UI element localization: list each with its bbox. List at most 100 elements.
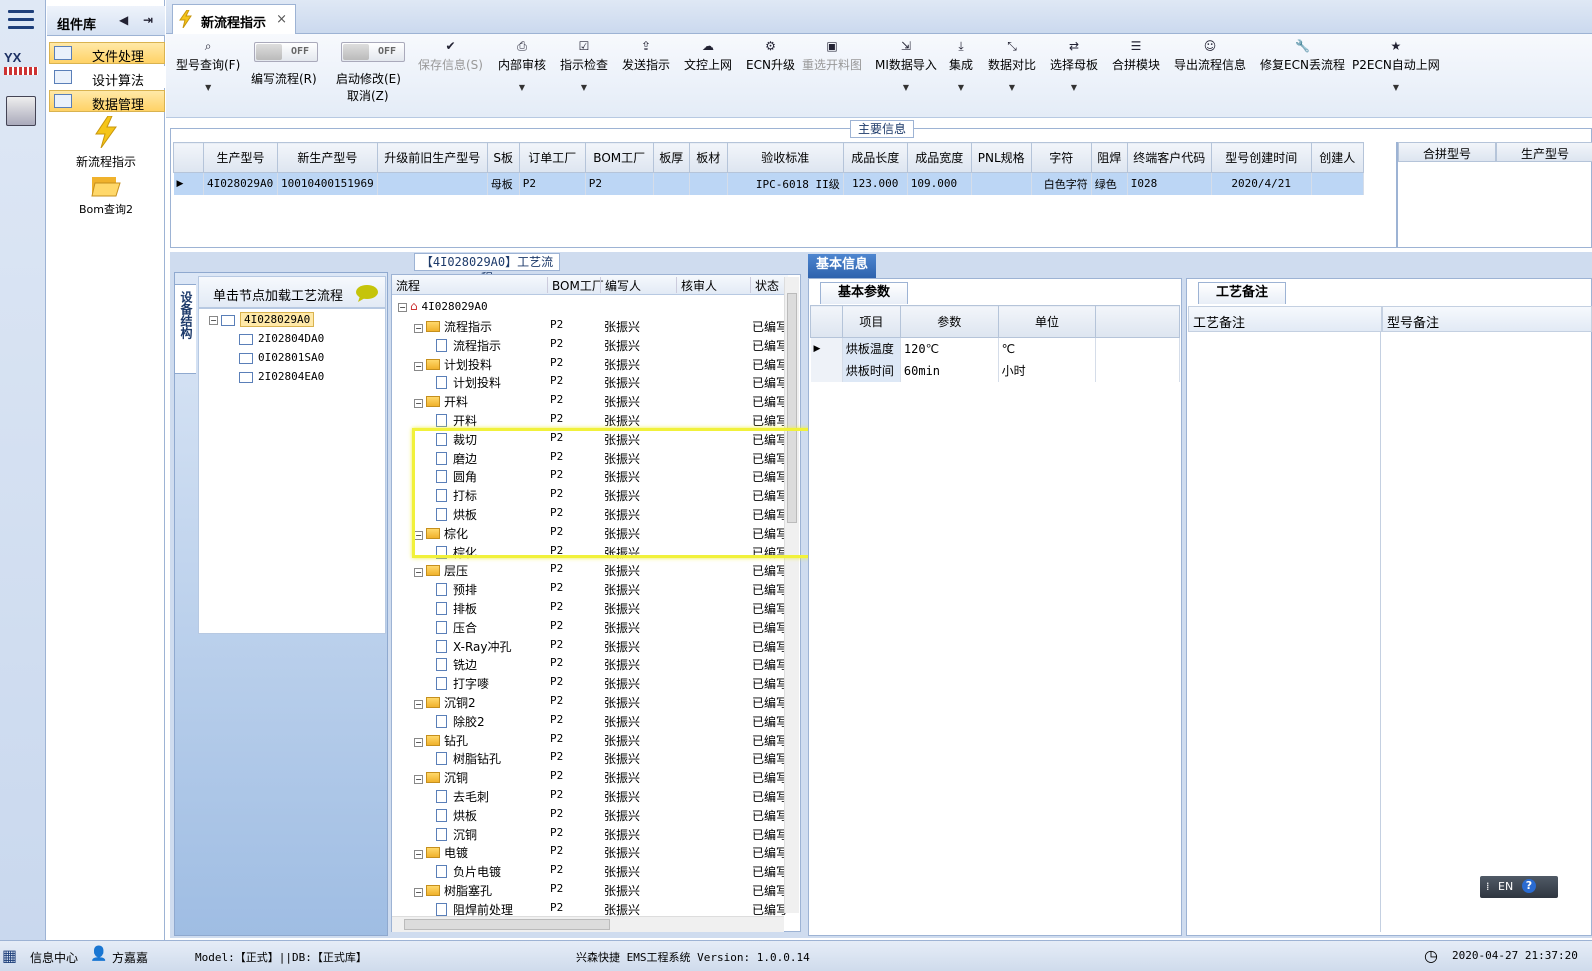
info-center-link[interactable]: 信息中心 xyxy=(30,949,78,966)
column-header[interactable]: 生产型号 xyxy=(203,142,278,173)
doc-online-button[interactable]: ☁ 文控上网 xyxy=(684,38,732,73)
flow-row[interactable]: − 层压 P2 张振兴 已编写 xyxy=(392,560,788,579)
expand-icon[interactable]: − xyxy=(414,568,423,578)
column-header[interactable]: 板材 xyxy=(688,142,728,173)
flow-row[interactable]: − 树脂塞孔 P2 张振兴 已编写 xyxy=(392,880,788,899)
flow-vertical-scrollbar[interactable] xyxy=(784,277,799,913)
column-header[interactable]: 生产型号 xyxy=(1496,142,1592,162)
save-info-button[interactable]: ✔ 保存信息(S) xyxy=(418,38,483,73)
pin-icon[interactable]: ⇥ xyxy=(143,13,153,27)
send-instruction-button[interactable]: ⇪ 发送指示 xyxy=(622,38,670,73)
calculator-icon[interactable] xyxy=(6,96,36,126)
chevron-down-icon[interactable]: ▼ xyxy=(988,83,1036,92)
menu-icon[interactable] xyxy=(8,10,34,30)
export-flow-button[interactable]: ☺ 导出流程信息 xyxy=(1174,38,1246,73)
p2ecn-auto-online-button[interactable]: ★ P2ECN自动上网 ▼ xyxy=(1352,38,1440,92)
chevron-down-icon[interactable]: ▼ xyxy=(949,83,973,92)
column-header[interactable]: 项目 xyxy=(841,305,901,338)
close-icon[interactable]: × xyxy=(276,12,287,27)
merge-module-button[interactable]: ☰ 合拼模块 xyxy=(1112,38,1160,73)
flow-row[interactable]: − 钻孔 P2 张振兴 已编写 xyxy=(392,730,788,749)
instruction-check-button[interactable]: ☑ 指示检查 ▼ xyxy=(560,38,608,92)
chevron-down-icon[interactable]: ▼ xyxy=(875,83,937,92)
windows-icon[interactable]: ▦ xyxy=(2,946,17,965)
flow-row[interactable]: 排板 P2 张振兴 已编写 xyxy=(392,598,788,617)
chevron-down-icon[interactable]: ▼ xyxy=(1352,83,1440,92)
cancel-label[interactable]: 取消(Z) xyxy=(347,87,389,104)
column-header[interactable]: 板厚 xyxy=(652,142,690,173)
column-header[interactable]: 创建人 xyxy=(1310,142,1364,173)
chevron-down-icon[interactable]: ▼ xyxy=(560,83,608,92)
flow-row[interactable]: 沉铜 P2 张振兴 已编写 xyxy=(392,824,788,843)
flow-horizontal-scrollbar[interactable] xyxy=(392,916,784,932)
column-header[interactable]: 单位 xyxy=(997,305,1097,338)
flow-row[interactable]: 树脂钻孔 P2 张振兴 已编写 xyxy=(392,748,788,767)
tree-node-root[interactable]: −4I028029A0 xyxy=(209,312,315,327)
flow-row[interactable]: X-Ray冲孔 P2 张振兴 已编写 xyxy=(392,636,788,655)
ecn-upgrade-button[interactable]: ⚙ ECN升级 xyxy=(746,38,795,73)
column-header[interactable]: 字符 xyxy=(1030,142,1092,173)
flow-row[interactable]: 计划投料 P2 张振兴 已编写 xyxy=(392,372,788,391)
flow-row[interactable]: 铣边 P2 张振兴 已编写 xyxy=(392,654,788,673)
chevron-down-icon[interactable]: ▼ xyxy=(1050,83,1098,92)
flow-row[interactable]: − 计划投料 P2 张振兴 已编写 xyxy=(392,354,788,373)
tab-device-structure[interactable]: 设备结构 xyxy=(174,284,196,374)
tab-process-remarks[interactable]: 工艺备注 xyxy=(1198,282,1286,304)
chevron-down-icon[interactable]: ▼ xyxy=(176,83,240,92)
table-row[interactable]: 烘板时间 60min 小时 xyxy=(810,359,1180,382)
flow-row[interactable]: 烘板 P2 张振兴 已编写 xyxy=(392,805,788,824)
tree-node[interactable]: 2I02804EA0 xyxy=(239,370,324,383)
expand-icon[interactable]: − xyxy=(414,700,423,709)
internal-review-button[interactable]: ⎙ 内部审核 ▼ xyxy=(498,38,546,92)
integrate-button[interactable]: ⤓ 集成 ▼ xyxy=(949,38,973,92)
flow-row[interactable]: − 电镀 P2 张振兴 已编写 xyxy=(392,842,788,861)
expand-icon[interactable]: − xyxy=(414,324,423,333)
column-header[interactable]: 编写人 xyxy=(600,277,641,293)
ime-toolbar[interactable]: ⁞ EN ? xyxy=(1480,876,1558,898)
expand-icon[interactable]: − xyxy=(414,361,423,371)
column-header[interactable]: 成品宽度 xyxy=(906,142,972,173)
column-header[interactable]: 阻焊 xyxy=(1090,142,1128,173)
flow-row[interactable]: − 沉铜 P2 张振兴 已编写 xyxy=(392,767,788,786)
expand-icon[interactable]: − xyxy=(414,775,423,785)
flow-row[interactable]: 去毛刺 P2 张振兴 已编写 xyxy=(392,786,788,805)
expand-icon[interactable]: − xyxy=(414,888,423,897)
expand-icon[interactable]: − xyxy=(414,399,423,409)
flow-row[interactable]: 开料 P2 张振兴 已编写 xyxy=(392,410,788,429)
table-row[interactable]: ▶ 烘板温度 120℃ ℃ xyxy=(810,337,1180,360)
help-icon[interactable]: ? xyxy=(1522,879,1536,893)
expand-icon[interactable]: − xyxy=(414,737,423,747)
flow-row[interactable]: 流程指示 P2 张振兴 已编写 xyxy=(392,335,788,354)
reselect-cutting-button[interactable]: ▣ 重选开料图 xyxy=(802,38,862,73)
flow-row[interactable]: 打字嘜 P2 张振兴 已编写 xyxy=(392,673,788,692)
library-item-file[interactable]: 文件处理 xyxy=(49,42,165,65)
column-header[interactable]: 流程 xyxy=(392,277,420,293)
library-item-data[interactable]: 数据管理 xyxy=(49,90,165,113)
tab-basic-params[interactable]: 基本参数 xyxy=(820,282,908,304)
library-item-algorithm[interactable]: 设计算法 xyxy=(49,66,165,89)
model-query-button[interactable]: ⌕ 型号查询(F) ▼ xyxy=(176,38,240,92)
flow-row[interactable]: − 开料 P2 张振兴 已编写 xyxy=(392,391,788,410)
column-header[interactable]: 验收标准 xyxy=(726,142,844,173)
expand-icon[interactable]: − xyxy=(414,850,423,860)
column-header[interactable]: S板 xyxy=(486,142,520,173)
column-header[interactable]: 合拼型号 xyxy=(1398,142,1496,162)
mi-import-button[interactable]: ⇲ MI数据导入 ▼ xyxy=(875,38,937,92)
flow-row[interactable]: 负片电镀 P2 张振兴 已编写 xyxy=(392,861,788,880)
repair-ecn-button[interactable]: 🔧 修复ECN丢流程 xyxy=(1260,38,1345,73)
tree-node[interactable]: 2I02804DA0 xyxy=(239,332,324,345)
select-motherboard-button[interactable]: ⇄ 选择母板 ▼ xyxy=(1050,38,1098,92)
column-header[interactable]: 订单工厂 xyxy=(518,142,586,173)
tab-basic-info[interactable]: 基本信息 xyxy=(808,254,876,278)
flow-row[interactable]: 预排 P2 张振兴 已编写 xyxy=(392,579,788,598)
column-header[interactable]: 成品长度 xyxy=(842,142,908,173)
flow-row[interactable]: 阻焊前处理 P2 张振兴 已编写 xyxy=(392,899,788,918)
flow-root-node[interactable]: − ⌂ 4I028029A0 xyxy=(392,297,788,316)
chevron-down-icon[interactable]: ▼ xyxy=(498,83,546,92)
shortcut-bom-query[interactable]: Bom查询2 xyxy=(47,174,165,224)
column-header[interactable]: BOM工厂 xyxy=(547,277,604,293)
column-header[interactable]: 型号创建时间 xyxy=(1210,142,1312,173)
column-header[interactable]: BOM工厂 xyxy=(584,142,654,173)
column-header[interactable]: 新生产型号 xyxy=(277,142,378,173)
flow-row[interactable]: − 沉铜2 P2 张振兴 已编写 xyxy=(392,692,788,711)
